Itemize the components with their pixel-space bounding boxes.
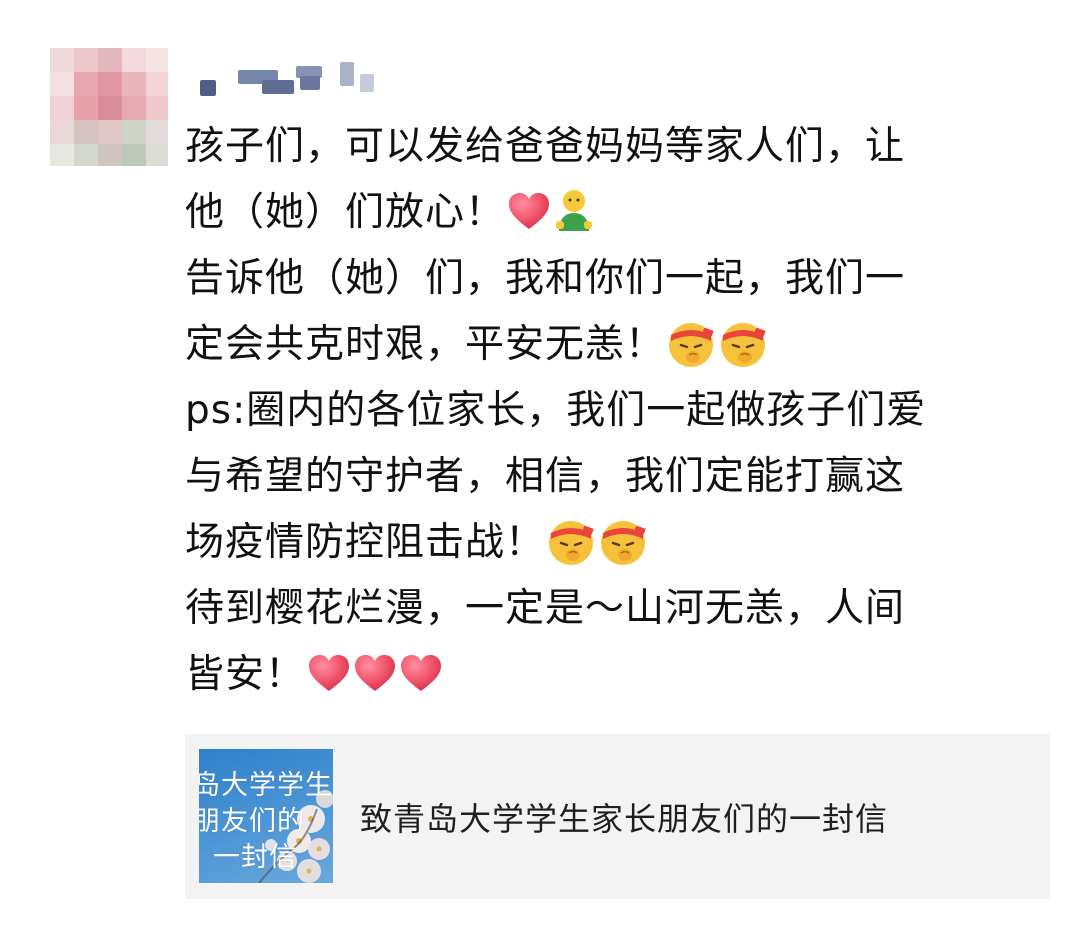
- post-line: 孩子们，可以发给爸爸妈妈等家人们，让: [185, 124, 906, 169]
- avatar-pixel: [146, 72, 168, 96]
- avatar-pixel: [122, 96, 146, 120]
- avatar-pixel: [98, 48, 122, 72]
- avatar-pixel: [98, 120, 122, 144]
- avatar-pixel: [98, 72, 122, 96]
- red-heart-icon: [509, 193, 550, 229]
- avatar-pixel: [50, 96, 74, 120]
- red-heart-icon: [309, 655, 350, 691]
- avatar-pixel: [122, 120, 146, 144]
- avatar-pixel: [122, 48, 146, 72]
- headband-face-icon: [601, 521, 646, 565]
- avatar-pixel: [122, 144, 146, 166]
- post-line: 告诉他（她）们，我和你们一起，我们一: [185, 256, 906, 301]
- link-thumbnail: 岛大学学生 朋友们的 一封信: [199, 749, 333, 883]
- post-line: 与希望的守护者，相信，我们定能打赢这: [185, 454, 906, 499]
- thumbnail-text: 岛大学学生: [199, 770, 333, 801]
- headband-face-icon: [721, 323, 766, 367]
- post-line: 待到樱花烂漫，一定是～山河无恙，人间: [185, 586, 906, 631]
- avatar-pixel: [74, 96, 98, 120]
- shared-link-card[interactable]: 岛大学学生 朋友们的 一封信 致青岛大学学生家长朋友们的一封信: [185, 734, 1050, 899]
- post-line: 他（她）们放心！: [185, 180, 1035, 246]
- thumbnail-text: 一封信: [213, 842, 297, 873]
- thumbnail-text: 朋友们的: [199, 806, 305, 837]
- avatar[interactable]: [50, 48, 168, 166]
- avatar-pixel: [98, 144, 122, 166]
- avatar-pixel: [146, 96, 168, 120]
- avatar-pixel: [122, 72, 146, 96]
- avatar-pixel: [98, 96, 122, 120]
- post-line: 皆安！: [185, 642, 1035, 708]
- headband-face-icon: [549, 521, 594, 565]
- avatar-pixel: [146, 48, 168, 72]
- avatar-pixel: [146, 120, 168, 144]
- red-heart-icon: [355, 655, 396, 691]
- avatar-pixel: [74, 72, 98, 96]
- link-title[interactable]: 致青岛大学学生家长朋友们的一封信: [360, 794, 888, 840]
- post-line: 定会共克时艰，平安无恙！: [185, 312, 1035, 378]
- post-line: ps:圈内的各位家长，我们一起做孩子们爱: [185, 388, 927, 433]
- avatar-pixel: [146, 144, 168, 166]
- avatar-pixel: [50, 72, 74, 96]
- avatar-pixel: [50, 144, 74, 166]
- username[interactable]: [200, 62, 378, 100]
- person-icon: [556, 190, 593, 231]
- red-heart-icon: [401, 655, 442, 691]
- post-line: 场疫情防控阻击战！: [185, 510, 1035, 576]
- avatar-pixel: [74, 120, 98, 144]
- avatar-pixel: [50, 48, 74, 72]
- post-text: 孩子们，可以发给爸爸妈妈等家人们，让 他（她）们放心！ 告诉他（她）们，我和你们…: [185, 114, 1035, 708]
- avatar-pixel: [74, 48, 98, 72]
- headband-face-icon: [669, 323, 714, 367]
- avatar-pixel: [74, 144, 98, 166]
- avatar-pixel: [50, 120, 74, 144]
